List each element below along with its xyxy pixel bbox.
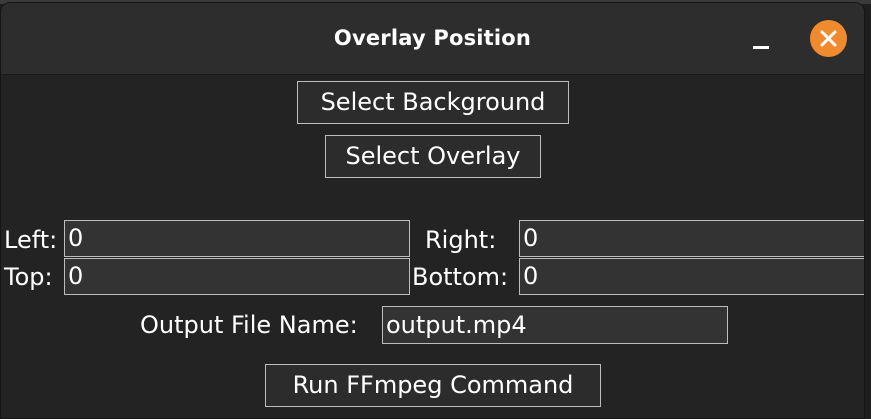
- close-icon: [820, 30, 837, 47]
- left-label: Left:: [4, 226, 58, 254]
- output-file-name-input[interactable]: output.mp4: [382, 306, 728, 344]
- window-title: Overlay Position: [333, 26, 532, 50]
- title-bar[interactable]: Overlay Position: [1, 3, 864, 75]
- minimize-icon: [753, 46, 769, 49]
- minimize-button[interactable]: [753, 37, 769, 51]
- app-window: Overlay Position Select Background Selec…: [0, 2, 865, 419]
- output-file-name-label: Output File Name:: [140, 311, 358, 339]
- run-ffmpeg-button[interactable]: Run FFmpeg Command: [265, 364, 601, 407]
- select-background-button[interactable]: Select Background: [297, 81, 569, 124]
- bottom-label: Bottom:: [412, 263, 509, 291]
- right-label: Right:: [425, 226, 497, 254]
- top-label: Top:: [4, 263, 53, 291]
- left-input[interactable]: 0: [64, 220, 410, 257]
- top-input[interactable]: 0: [64, 258, 410, 295]
- bottom-input[interactable]: 0: [519, 258, 864, 295]
- close-button[interactable]: [810, 20, 847, 57]
- right-input[interactable]: 0: [519, 220, 864, 257]
- select-overlay-button[interactable]: Select Overlay: [325, 135, 541, 178]
